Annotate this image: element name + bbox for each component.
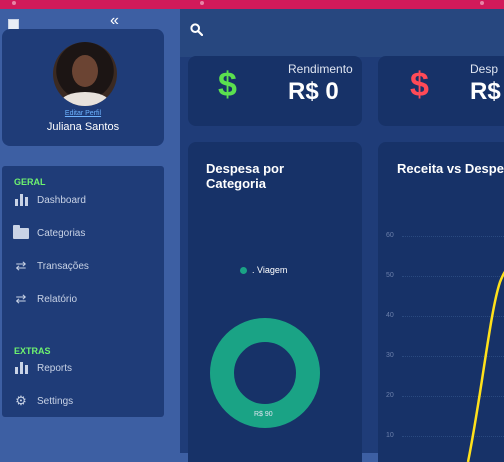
bar-dot: [480, 1, 484, 5]
sidebar-item-label: Reports: [37, 362, 73, 374]
bar-chart-icon: [12, 361, 30, 375]
stat-title: Desp: [470, 62, 499, 76]
chart-legend[interactable]: . Viagem: [240, 265, 287, 275]
panel-title: Despesa por Categoria: [206, 161, 284, 191]
panel-title-line: Despesa por: [206, 161, 285, 176]
folder-icon: [12, 224, 30, 240]
sidebar-item-transacoes[interactable]: ⇄ Transações: [12, 255, 160, 277]
panel-despesa-categoria: Despesa por Categoria . Viagem R$ 90: [188, 142, 362, 462]
sidebar-item-dashboard[interactable]: Dashboard: [12, 189, 160, 211]
profile-name: Juliana Santos: [46, 121, 120, 133]
menu-section-title: GERAL: [14, 177, 46, 187]
legend-swatch: [240, 266, 247, 274]
donut-slice-label: R$ 90: [254, 411, 273, 418]
stat-card-despesa: $ Desp R$: [378, 56, 504, 126]
search-icon[interactable]: [190, 23, 204, 39]
sidebar-item-label: Relatório: [37, 293, 78, 305]
sidebar: « Editar Perfil Juliana Santos GERAL Das…: [0, 9, 178, 453]
panel-receita-despesa: Receita vs Despe 60 50 40 30 20 10: [378, 142, 504, 462]
series-line[interactable]: [466, 268, 504, 462]
stat-value: R$ 0: [288, 78, 339, 105]
bar-dot: [12, 1, 16, 5]
line-chart-plot: [466, 268, 504, 462]
transfer-icon: ⇄: [15, 291, 27, 306]
double-chevron-left-icon[interactable]: «: [110, 12, 119, 30]
edit-profile-link[interactable]: Editar Perfil: [2, 110, 164, 117]
sidebar-item-reports[interactable]: Reports: [12, 357, 160, 379]
stat-title: Rendimento: [288, 62, 353, 76]
sidebar-item-categorias[interactable]: Categorias: [12, 222, 160, 244]
transfer-icon: ⇄: [15, 258, 27, 273]
avatar: [53, 42, 117, 106]
dollar-icon: $: [218, 66, 237, 104]
gear-icon: ⚙: [15, 393, 27, 408]
dollar-icon: $: [410, 66, 429, 104]
profile-card: Editar Perfil Juliana Santos: [2, 29, 164, 146]
sidebar-item-settings[interactable]: ⚙ Settings: [12, 390, 160, 412]
header-bar: [180, 9, 504, 57]
stat-value: R$: [470, 78, 501, 105]
sidebar-item-label: Settings: [37, 395, 74, 407]
avatar-face: [72, 55, 98, 87]
sidebar-item-relatorio[interactable]: ⇄ Relatório: [12, 288, 160, 310]
bar-chart-icon: [12, 193, 30, 207]
legend-label: . Viagem: [252, 265, 288, 275]
sidebar-item-label: Transações: [37, 260, 89, 272]
panel-title-line: Categoria: [206, 176, 266, 191]
menu-section-title: EXTRAS: [14, 346, 51, 356]
avatar-shirt: [61, 92, 109, 106]
bar-dot: [200, 1, 204, 5]
main-content: $ Rendimento R$ 0 $ Desp R$ Despesa por …: [180, 9, 504, 462]
sidebar-item-label: Categorias: [37, 227, 86, 239]
sidebar-item-label: Dashboard: [37, 194, 86, 206]
donut-slice-viagem[interactable]: [210, 318, 320, 428]
sidebar-menu: GERAL Dashboard Categorias ⇄ Transações …: [2, 166, 164, 417]
stat-card-rendimento: $ Rendimento R$ 0: [188, 56, 362, 126]
browser-top-bar: [0, 0, 504, 9]
